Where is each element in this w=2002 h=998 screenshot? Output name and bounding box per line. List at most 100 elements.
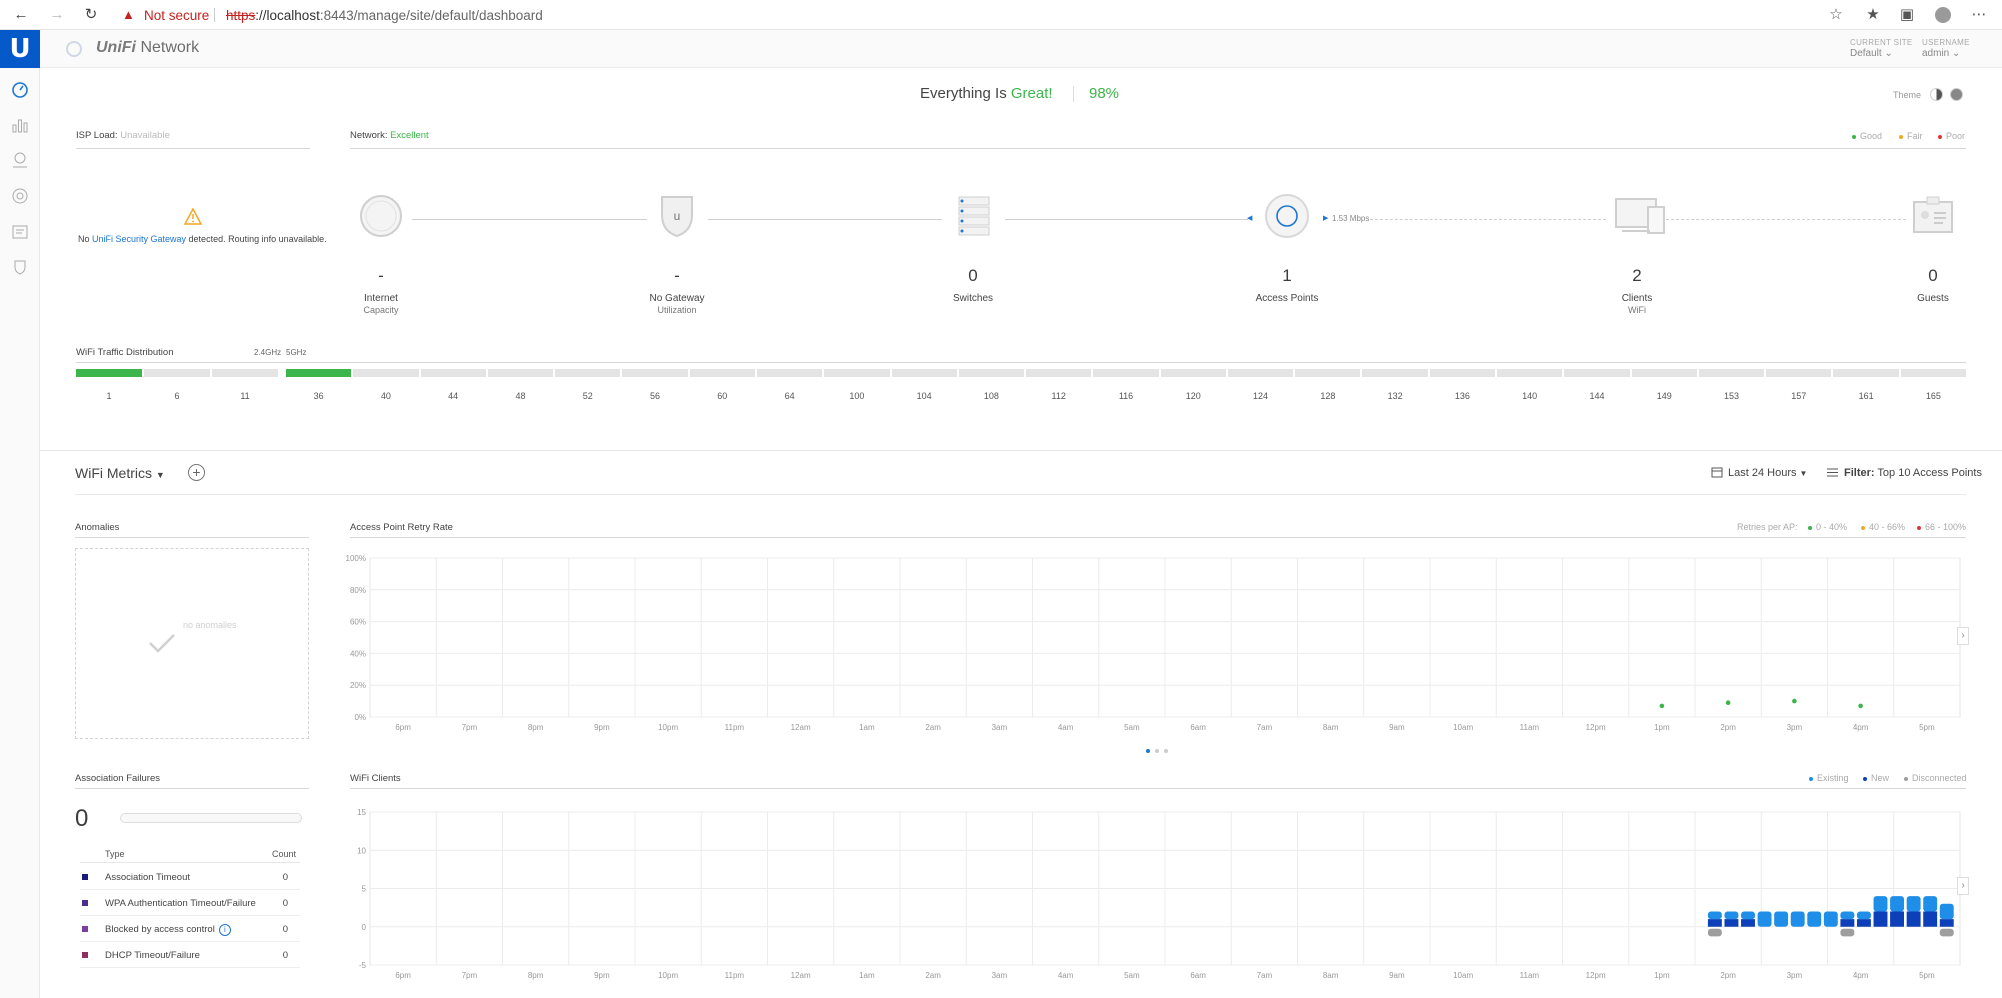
x-tick-label: 1pm xyxy=(1654,723,1670,732)
band5-channel-label: 108 xyxy=(983,391,999,401)
info-icon[interactable]: i xyxy=(218,924,231,936)
isp-rule xyxy=(76,148,310,149)
band5-channel-label: 100 xyxy=(849,391,865,401)
table-row: Blocked by access control i 0 xyxy=(80,916,300,942)
x-tick-label: 3am xyxy=(992,971,1008,980)
access-point-icon[interactable] xyxy=(1264,193,1310,239)
security-label[interactable]: Not secure xyxy=(144,8,209,23)
switch-stack-icon[interactable] xyxy=(950,193,996,239)
retry-legend-low: 0 - 40% xyxy=(1808,522,1847,532)
username-select[interactable]: admin ⌄ xyxy=(1922,48,1960,59)
unifi-logo-icon[interactable]: U xyxy=(0,30,40,68)
band24-channel-label: 6 xyxy=(174,391,180,401)
clients-bar-existing xyxy=(1790,911,1805,927)
statistics-icon[interactable] xyxy=(10,115,30,135)
x-tick-label: 4pm xyxy=(1853,723,1869,732)
dashboard-icon[interactable] xyxy=(10,80,30,100)
clients-bar-disconnected xyxy=(1939,928,1954,937)
x-tick-label: 12pm xyxy=(1586,723,1606,732)
clients-sub: WiFi xyxy=(1628,305,1646,315)
carousel-dot[interactable] xyxy=(1164,749,1168,753)
reload-icon[interactable]: ↻ xyxy=(80,4,102,26)
band5-channel-bar xyxy=(420,369,486,377)
back-arrow-icon[interactable]: ← xyxy=(10,4,32,26)
filter-select[interactable]: Filter: Top 10 Access Points xyxy=(1844,467,1982,479)
retry-legend-high-label: 66 - 100% xyxy=(1925,522,1967,532)
x-tick-label: 8am xyxy=(1323,723,1339,732)
topology-link xyxy=(1666,219,1906,220)
band5-channel-label: 48 xyxy=(515,391,526,401)
band5-channel-label: 136 xyxy=(1454,391,1470,401)
time-range-select[interactable]: Last 24 Hours ▼ xyxy=(1728,467,1807,479)
metrics-title: WiFi Metrics xyxy=(75,465,152,481)
clients-bar-existing xyxy=(1724,911,1739,920)
status-divider xyxy=(1073,86,1074,102)
insights-icon[interactable] xyxy=(10,257,30,277)
y-tick-label: 5 xyxy=(362,885,367,894)
current-site-select[interactable]: Default ⌄ xyxy=(1850,48,1893,59)
good-dot-icon xyxy=(1852,134,1856,139)
legend-poor: Poor xyxy=(1938,131,1965,141)
band5-channel-label: 128 xyxy=(1320,391,1336,401)
band-5-label: 5GHz xyxy=(286,348,307,357)
clients-bar-existing xyxy=(1906,896,1921,912)
poor-dot-icon xyxy=(1917,525,1921,530)
theme-label: Theme xyxy=(1893,90,1922,100)
forward-arrow-icon[interactable]: → xyxy=(46,4,68,26)
color-swatch xyxy=(82,900,88,906)
address-bar[interactable]: ▲ Not secure https://localhost:8443/mana… xyxy=(110,3,1855,27)
filter-icon[interactable] xyxy=(1826,467,1839,478)
x-tick-label: 5am xyxy=(1124,723,1140,732)
url-text[interactable]: https://localhost:8443/manage/site/defau… xyxy=(226,8,543,23)
guest-badge-icon[interactable] xyxy=(1910,193,1956,239)
x-tick-label: 10am xyxy=(1453,971,1473,980)
internet-globe-icon[interactable] xyxy=(358,193,404,239)
clients-bar-new xyxy=(1890,911,1905,927)
y-tick-label: 0 xyxy=(362,923,367,932)
map-icon[interactable] xyxy=(10,150,30,170)
y-tick-label: 80% xyxy=(350,586,366,595)
clients-legend-new-label: New xyxy=(1871,773,1890,783)
band5-channel-bar xyxy=(689,369,755,377)
caret-down-icon: ▼ xyxy=(1799,469,1808,478)
carousel-dot-active[interactable] xyxy=(1146,749,1150,753)
wifi-clients-devices-icon[interactable] xyxy=(1614,193,1666,239)
band5-channel-usage xyxy=(286,369,352,377)
chart-next-arrow-icon[interactable]: › xyxy=(1957,627,1969,645)
url-scheme: https xyxy=(226,8,256,23)
clients-bar-new xyxy=(1939,919,1954,927)
usg-link[interactable]: UniFi Security Gateway xyxy=(92,234,186,244)
clients-bar-existing xyxy=(1923,896,1938,912)
band5-channel-bar xyxy=(1564,369,1630,377)
favorites-icon[interactable]: ★ xyxy=(1862,4,1884,26)
x-tick-label: 10pm xyxy=(658,723,678,732)
x-tick-label: 6am xyxy=(1190,971,1206,980)
retry-legend-mid-label: 40 - 66% xyxy=(1869,522,1906,532)
star-icon[interactable]: ☆ xyxy=(1825,4,1847,26)
band5-channel-label: 140 xyxy=(1522,391,1538,401)
clients-icon[interactable] xyxy=(10,222,30,242)
profile-avatar-icon[interactable] xyxy=(1932,4,1954,26)
topology-link xyxy=(1370,219,1606,220)
theme-toggle-light-icon[interactable] xyxy=(1930,88,1943,101)
theme-toggle-dark-icon[interactable] xyxy=(1950,88,1963,101)
collections-icon[interactable]: ▣ xyxy=(1896,4,1918,26)
isp-message-suffix: detected. Routing info unavailable. xyxy=(186,234,327,244)
devices-icon[interactable] xyxy=(10,186,30,206)
x-tick-label: 1am xyxy=(859,971,875,980)
more-options-icon[interactable]: ⋯ xyxy=(1968,4,1990,26)
band5-channel-label: 144 xyxy=(1589,391,1605,401)
clients-bar-existing xyxy=(1939,903,1954,920)
clients-bar-new xyxy=(1906,911,1921,927)
no-anomalies-text: no anomalies xyxy=(183,620,237,630)
retry-legend-high: 66 - 100% xyxy=(1917,522,1966,532)
chart-next-arrow-icon[interactable]: › xyxy=(1957,877,1969,895)
gateway-shield-icon[interactable]: u xyxy=(654,193,700,239)
add-metric-icon[interactable]: + xyxy=(188,464,205,481)
metrics-selector[interactable]: WiFi Metrics ▼ xyxy=(75,465,165,481)
carousel-dot[interactable] xyxy=(1155,749,1159,753)
x-tick-label: 3pm xyxy=(1787,723,1803,732)
assoc-rule xyxy=(75,788,309,789)
network-label: Network: xyxy=(350,130,391,141)
clients-value: 2 xyxy=(1632,266,1642,285)
